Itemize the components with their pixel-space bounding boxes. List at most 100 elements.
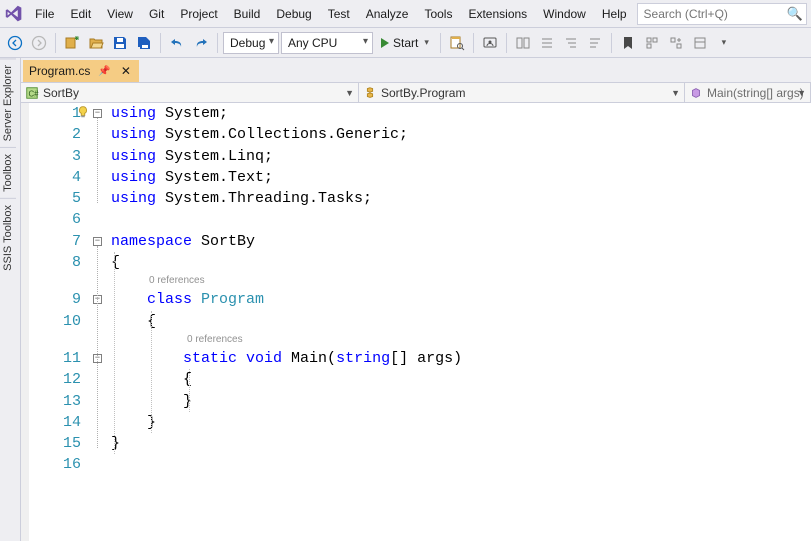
code-line[interactable]: using System.Collections.Generic; — [111, 124, 462, 145]
line-number: 16 — [29, 454, 81, 475]
menu-debug[interactable]: Debug — [268, 3, 319, 25]
bookmark-button[interactable] — [617, 32, 639, 54]
find-in-files-button[interactable] — [446, 32, 468, 54]
separator — [160, 33, 161, 53]
menu-test[interactable]: Test — [320, 3, 358, 25]
toolbar-btn-f[interactable] — [665, 32, 687, 54]
new-project-button[interactable] — [61, 32, 83, 54]
pin-icon[interactable]: 📌 — [96, 66, 112, 77]
menu-build[interactable]: Build — [226, 3, 269, 25]
start-button[interactable]: Start ▾ — [375, 32, 435, 54]
line-number: 4 — [29, 167, 81, 188]
save-all-button[interactable] — [133, 32, 155, 54]
platform-combo[interactable]: Any CPU — [281, 32, 373, 54]
nav-member-combo[interactable]: Main(string[] args) ▼ — [685, 83, 811, 102]
code-line[interactable]: } — [111, 433, 462, 454]
chevron-down-icon: ▼ — [797, 88, 806, 98]
toolbar-overflow[interactable]: ▾ — [713, 32, 735, 54]
chevron-down-icon: ▼ — [345, 88, 354, 98]
save-button[interactable] — [109, 32, 131, 54]
forward-button[interactable] — [28, 32, 50, 54]
menu-tools[interactable]: Tools — [416, 3, 460, 25]
menu-git[interactable]: Git — [141, 3, 172, 25]
redo-button[interactable] — [190, 32, 212, 54]
nav-class-combo[interactable]: SortBy.Program ▼ — [359, 83, 685, 102]
config-value: Debug — [230, 36, 265, 50]
line-number: 2 — [29, 124, 81, 145]
codelens[interactable]: 0 references — [111, 332, 462, 348]
menu-help[interactable]: Help — [594, 3, 635, 25]
undo-button[interactable] — [166, 32, 188, 54]
line-number: 14 — [29, 412, 81, 433]
chevron-down-icon: ▼ — [671, 88, 680, 98]
code-line[interactable]: } — [111, 391, 462, 412]
code-line[interactable]: { — [111, 369, 462, 390]
svg-text:C#: C# — [29, 89, 40, 98]
menu-extensions[interactable]: Extensions — [460, 3, 535, 25]
code-line[interactable]: { — [111, 311, 462, 332]
code-line[interactable] — [111, 209, 462, 230]
live-share-button[interactable] — [479, 32, 501, 54]
toolbar-btn-e[interactable] — [641, 32, 663, 54]
method-icon — [689, 86, 703, 100]
menu-view[interactable]: View — [99, 3, 141, 25]
nav-project-combo[interactable]: C# SortBy ▼ — [21, 83, 359, 102]
code-line[interactable]: { — [111, 252, 462, 273]
menu-project[interactable]: Project — [172, 3, 225, 25]
toolbar-btn-a[interactable] — [512, 32, 534, 54]
code-line[interactable]: using System.Threading.Tasks; — [111, 188, 462, 209]
open-file-button[interactable] — [85, 32, 107, 54]
menu-analyze[interactable]: Analyze — [358, 3, 417, 25]
separator — [506, 33, 507, 53]
codelens[interactable]: 0 references — [111, 273, 462, 289]
fold-toggle[interactable]: − — [93, 237, 102, 246]
code-line[interactable]: static void Main(string[] args) — [111, 348, 462, 369]
toolbar-btn-g[interactable] — [689, 32, 711, 54]
search-icon[interactable]: 🔍 — [787, 6, 803, 22]
sidetab-server-explorer[interactable]: Server Explorer — [0, 58, 16, 147]
menu-edit[interactable]: Edit — [62, 3, 99, 25]
vs-logo-icon — [4, 3, 23, 25]
menu-window[interactable]: Window — [535, 3, 594, 25]
close-icon[interactable]: ✕ — [119, 64, 133, 78]
code-line[interactable] — [111, 454, 462, 475]
toolbar: Debug Any CPU Start ▾ ▾ — [0, 28, 811, 58]
menu-items: FileEditViewGitProjectBuildDebugTestAnal… — [27, 3, 634, 25]
sidetab-toolbox[interactable]: Toolbox — [0, 147, 16, 198]
code-line[interactable]: } — [111, 412, 462, 433]
code-nav-bar: C# SortBy ▼ SortBy.Program ▼ Main(string… — [21, 82, 811, 103]
fold-toggle[interactable]: − — [93, 109, 102, 118]
code-line[interactable]: class Program — [111, 289, 462, 310]
separator — [611, 33, 612, 53]
line-number: 10 — [29, 311, 81, 332]
document-tab-title: Program.cs — [29, 64, 90, 78]
editor-margin — [21, 103, 29, 541]
menu-bar: FileEditViewGitProjectBuildDebugTestAnal… — [0, 0, 811, 28]
code-line[interactable]: using System.Linq; — [111, 146, 462, 167]
search-input[interactable] — [637, 3, 807, 25]
csharp-project-icon: C# — [25, 86, 39, 100]
outlining-margin: −−−− — [91, 103, 111, 541]
toolbar-btn-b[interactable] — [536, 32, 558, 54]
code-line[interactable]: namespace SortBy — [111, 231, 462, 252]
menu-file[interactable]: File — [27, 3, 62, 25]
line-number: 7 — [29, 231, 81, 252]
line-number: 9 — [29, 289, 81, 310]
code-line[interactable]: using System.Text; — [111, 167, 462, 188]
line-number: 6 — [29, 209, 81, 230]
toolbar-btn-c[interactable] — [560, 32, 582, 54]
code-line[interactable]: using System; — [111, 103, 462, 124]
sidetab-ssis-toolbox[interactable]: SSIS Toolbox — [0, 198, 16, 277]
lightbulb-icon[interactable] — [76, 105, 90, 122]
code-text[interactable]: using System;using System.Collections.Ge… — [111, 103, 462, 541]
class-icon — [363, 86, 377, 100]
line-number: 12 — [29, 369, 81, 390]
play-icon — [381, 38, 389, 48]
toolbar-btn-d[interactable] — [584, 32, 606, 54]
nav-member-label: Main(string[] args) — [707, 86, 804, 100]
config-combo[interactable]: Debug — [223, 32, 279, 54]
back-button[interactable] — [4, 32, 26, 54]
code-editor[interactable]: 12345678910111213141516 −−−− using Syste… — [21, 103, 811, 541]
document-tab[interactable]: Program.cs 📌 ✕ — [23, 60, 139, 82]
line-number: 11 — [29, 348, 81, 369]
